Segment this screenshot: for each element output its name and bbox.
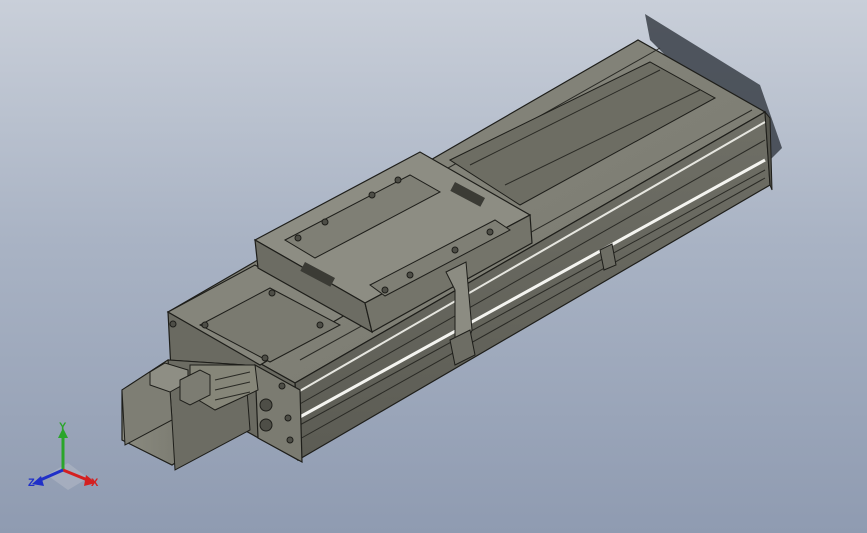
graphics-viewport[interactable]: Y X Z <box>0 0 867 533</box>
servo-motor[interactable] <box>121 359 259 471</box>
y-axis-label: Y <box>59 421 67 433</box>
linear-actuator-model[interactable]: Y X Z <box>0 0 867 533</box>
z-axis-label: Z <box>28 477 35 489</box>
axis-triad[interactable]: Y X Z <box>28 421 99 490</box>
x-axis-label: X <box>91 477 99 489</box>
